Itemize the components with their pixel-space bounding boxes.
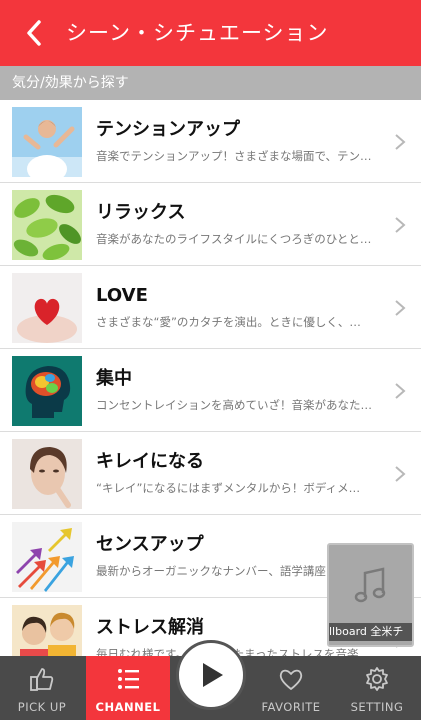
- item-title: LOVE: [96, 285, 148, 306]
- heart-icon: [279, 669, 303, 690]
- thumbnail-tension-up: [12, 107, 82, 177]
- tab-pick-up[interactable]: PICK UP: [0, 656, 84, 720]
- chevron-right-icon: [395, 217, 406, 233]
- chevron-right-icon: [395, 134, 406, 150]
- item-description: さまざまな“愛”のカタチを演出。ときに優しく、…: [96, 315, 361, 329]
- chevron-right-icon: [395, 300, 406, 316]
- play-icon: [203, 663, 223, 687]
- thumbnail-beauty: [12, 439, 82, 509]
- tab-label: SETTING: [350, 700, 404, 714]
- gear-icon: [366, 667, 388, 691]
- mini-player-title: llboard 全米チ: [329, 623, 412, 641]
- thumbs-up-icon: [30, 668, 54, 691]
- item-title: ストレス解消: [96, 617, 204, 638]
- tab-setting[interactable]: SETTING: [335, 656, 419, 720]
- list-item-relax[interactable]: リラックス 音楽があなたのライフスタイルにくつろぎのひとと…: [0, 183, 421, 266]
- list-item-love[interactable]: LOVE さまざまな“愛”のカタチを演出。ときに優しく、…: [0, 266, 421, 349]
- tab-favorite[interactable]: FAVORITE: [249, 656, 333, 720]
- play-button[interactable]: [176, 640, 246, 710]
- list-item-beauty[interactable]: キレイになる “キレイ”になるにはまずメンタルから！ボディメ…: [0, 432, 421, 515]
- chevron-right-icon: [395, 466, 406, 482]
- item-title: 集中: [96, 368, 132, 389]
- thumbnail-sense-up: [12, 522, 82, 592]
- list-item-focus[interactable]: 集中 コンセントレイションを高めていざ！音楽があなた…: [0, 349, 421, 432]
- thumbnail-focus: [12, 356, 82, 426]
- thumbnail-relax: [12, 190, 82, 260]
- item-title: センスアップ: [96, 534, 204, 555]
- page-title: シーン・シチュエーション: [66, 21, 329, 45]
- chevron-left-icon: [27, 20, 41, 46]
- app-header: シーン・シチュエーション: [0, 0, 421, 66]
- tab-channel[interactable]: CHANNEL: [86, 656, 170, 720]
- item-description: 音楽があなたのライフスタイルにくつろぎのひとと…: [96, 232, 372, 246]
- back-button[interactable]: [20, 18, 50, 48]
- thumbnail-love: [12, 273, 82, 343]
- item-title: リラックス: [96, 202, 186, 223]
- tab-label: PICK UP: [17, 700, 67, 714]
- item-title: テンションアップ: [96, 119, 240, 140]
- list-item-tension-up[interactable]: テンションアップ 音楽でテンションアップ！さまざまな場面で、テン…: [0, 100, 421, 183]
- music-note-icon: [354, 567, 386, 603]
- tab-label: CHANNEL: [95, 700, 161, 714]
- item-description: コンセントレイションを高めていざ！音楽があなた…: [96, 398, 372, 412]
- thumbnail-stress-relief: [12, 605, 82, 656]
- section-header: 気分/効果から探す: [0, 66, 421, 100]
- mini-player[interactable]: llboard 全米チ: [327, 543, 414, 647]
- item-description: “キレイ”になるにはまずメンタルから！ボディメ…: [96, 481, 361, 495]
- item-title: キレイになる: [96, 451, 204, 472]
- item-description: 音楽でテンションアップ！さまざまな場面で、テン…: [96, 149, 372, 163]
- chevron-right-icon: [395, 383, 406, 399]
- list-icon: [118, 669, 139, 689]
- tab-label: FAVORITE: [261, 700, 321, 714]
